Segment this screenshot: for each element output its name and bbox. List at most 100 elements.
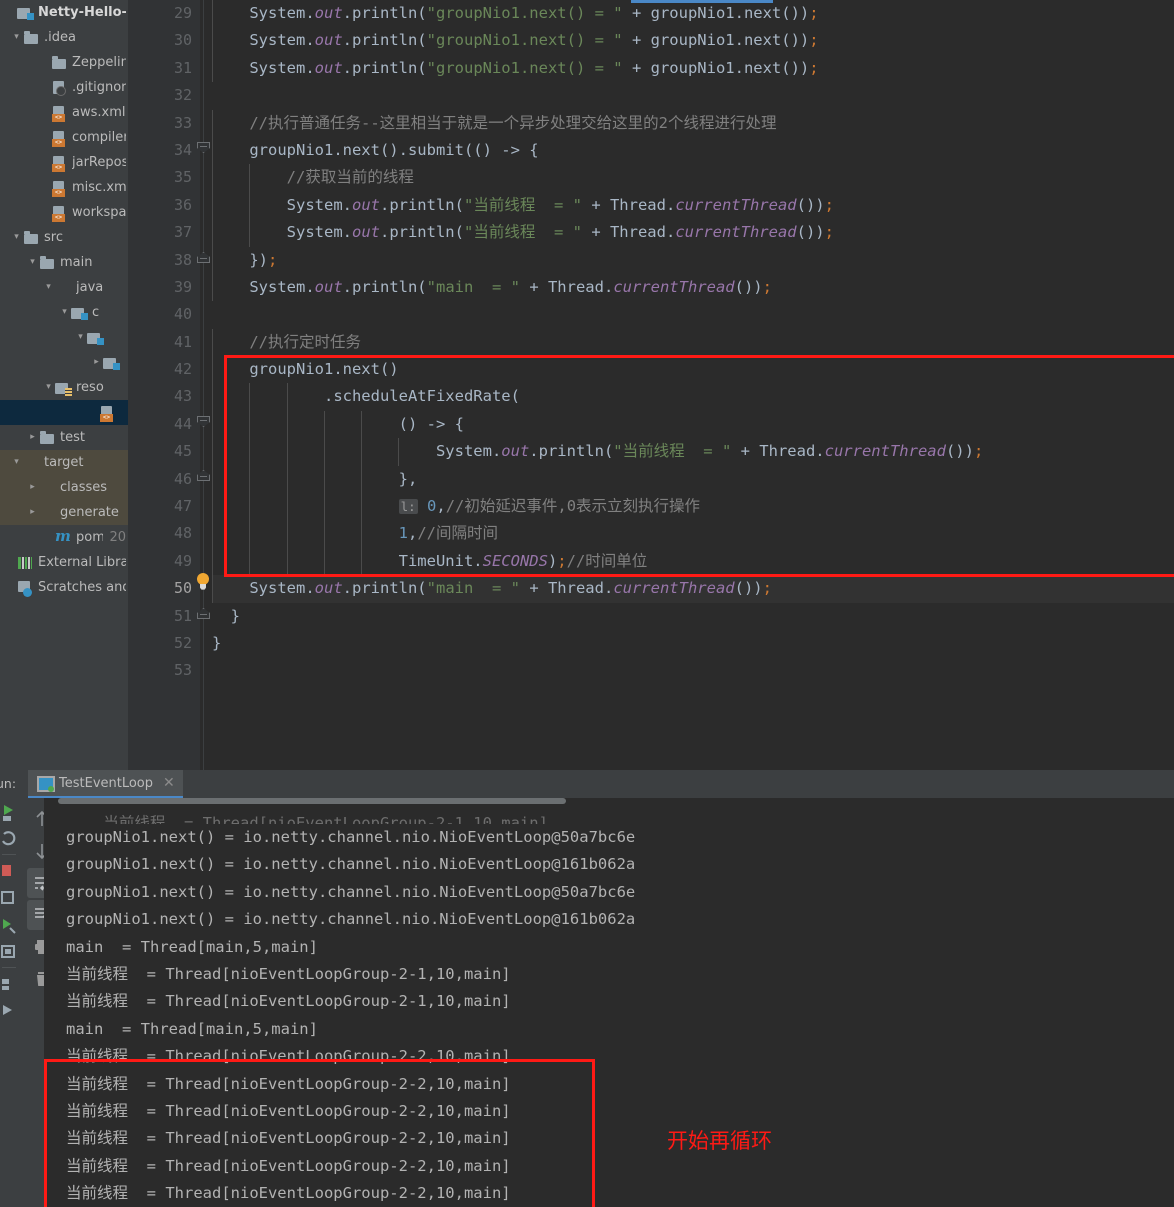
tree-item-main[interactable]: main — [0, 250, 128, 275]
fold-end-marker[interactable] — [197, 252, 210, 263]
code-line[interactable]: l: 0,//初始延迟事件,0表示立刻执行操作 — [212, 493, 1174, 521]
tree-item-zeppelin[interactable]: Zeppelin — [0, 50, 128, 75]
chevron-right-icon[interactable] — [26, 433, 39, 442]
code-line[interactable]: System.out.println("groupNio1.next() = "… — [212, 0, 1174, 28]
chevron-down-icon[interactable] — [58, 308, 71, 317]
line-number[interactable]: 36 — [128, 192, 200, 219]
code-line[interactable] — [212, 657, 1174, 684]
run-console-panel[interactable]: un: TestEventLoop ✕ — [0, 770, 1174, 1207]
chevron-down-icon[interactable] — [10, 33, 23, 42]
code-line[interactable]: }); — [212, 246, 1174, 274]
code-line[interactable] — [212, 82, 1174, 109]
run-tab-testeventloop[interactable]: TestEventLoop ✕ — [28, 770, 183, 798]
editor-gutter[interactable]: 29 30 31 32 33 34 35 36 37 38 39 40 41 42 43 44 45 46 47 48… — [128, 0, 200, 770]
code-line[interactable]: }, — [212, 465, 1174, 494]
tree-item-compiler[interactable]: compiler — [0, 125, 128, 150]
code-line[interactable]: System.out.println("main = " + Thread.cu… — [212, 575, 1174, 603]
code-editor[interactable]: 29 30 31 32 33 34 35 36 37 38 39 40 41 42 43 44 45 46 47 48… — [128, 0, 1174, 770]
code-line[interactable]: System.out.println("groupNio1.next() = "… — [212, 27, 1174, 55]
line-number[interactable]: 38 — [128, 247, 200, 274]
tree-item-netty-hello-wo[interactable]: Netty-Hello-Wo — [0, 0, 128, 25]
code-line[interactable]: //获取当前的线程 — [212, 164, 1174, 192]
code-line[interactable]: System.out.println("当前线程 = " + Thread.cu… — [212, 219, 1174, 247]
project-tree-panel[interactable]: Netty-Hello-Wo .idea Zeppelin .gitignor aws.… — [0, 0, 128, 770]
expand-button[interactable] — [0, 997, 18, 1024]
code-line[interactable]: //执行普通任务--这里相当于就是一个异步处理交给这里的2个线程进行处理 — [212, 109, 1174, 137]
line-number[interactable]: 41 — [128, 329, 200, 356]
line-number[interactable]: 48 — [128, 520, 200, 547]
line-number[interactable]: 40 — [128, 301, 200, 328]
line-number[interactable]: 42 — [128, 356, 200, 383]
run-button[interactable] — [0, 798, 18, 825]
code-line[interactable]: //执行定时任务 — [212, 328, 1174, 357]
code-line[interactable]: 1,//间隔时间 — [212, 520, 1174, 548]
line-number[interactable]: 37 — [128, 219, 200, 246]
line-number[interactable]: 52 — [128, 630, 200, 657]
layout-button[interactable] — [0, 970, 18, 997]
fold-collapse-marker[interactable] — [197, 142, 210, 153]
line-number[interactable]: 49 — [128, 548, 200, 575]
line-number[interactable]: 30 — [128, 27, 200, 54]
line-number[interactable]: 45 — [128, 438, 200, 465]
code-line[interactable] — [212, 301, 1174, 328]
fold-end-marker[interactable] — [197, 470, 210, 481]
tree-item-reso[interactable]: reso — [0, 375, 128, 400]
line-number[interactable]: 46 — [128, 466, 200, 493]
line-number[interactable]: 34 — [128, 137, 200, 164]
line-number[interactable]: 29 — [128, 0, 200, 27]
code-line[interactable]: () -> { — [212, 410, 1174, 439]
tree-item-misc-xml[interactable]: misc.xml — [0, 175, 128, 200]
code-line[interactable]: } — [212, 630, 1174, 657]
line-number[interactable]: 53 — [128, 657, 200, 684]
tree-item--idea[interactable]: .idea — [0, 25, 128, 50]
chevron-down-icon[interactable] — [26, 258, 39, 267]
line-number[interactable]: 33 — [128, 110, 200, 137]
code-line[interactable]: groupNio1.next().submit(() -> { — [212, 136, 1174, 165]
tree-item-src[interactable]: src — [0, 225, 128, 250]
intention-bulb-icon[interactable] — [194, 573, 212, 593]
line-number[interactable]: 47 — [128, 493, 200, 520]
code-line[interactable]: } — [212, 603, 1174, 630]
tree-item-node-14[interactable] — [0, 350, 128, 375]
resume-button[interactable] — [0, 911, 18, 938]
line-number[interactable]: 31 — [128, 55, 200, 82]
chevron-down-icon[interactable] — [42, 283, 55, 292]
step-over-button[interactable] — [0, 938, 18, 965]
line-number[interactable]: 51 — [128, 603, 200, 630]
line-number[interactable]: 35 — [128, 164, 200, 191]
fold-end-marker[interactable] — [197, 608, 210, 619]
tree-item-target[interactable]: target — [0, 450, 128, 475]
chevron-right-icon[interactable] — [26, 483, 39, 492]
rerun-button[interactable] — [0, 825, 18, 852]
line-number[interactable]: 32 — [128, 82, 200, 109]
line-number[interactable]: 50 — [128, 575, 200, 602]
tree-item-c[interactable]: c — [0, 300, 128, 325]
tree-item-aws-xml[interactable]: aws.xml — [0, 100, 128, 125]
code-line[interactable]: System.out.println("groupNio1.next() = "… — [212, 54, 1174, 83]
chevron-down-icon[interactable] — [74, 333, 87, 342]
chevron-right-icon[interactable] — [26, 508, 39, 517]
line-number[interactable]: 43 — [128, 383, 200, 410]
stop-button[interactable] — [0, 857, 18, 884]
tree-item-jarrepos[interactable]: jarRepos — [0, 150, 128, 175]
tree-item-test[interactable]: test — [0, 425, 128, 450]
run-action-strip[interactable] — [0, 798, 18, 1207]
tree-item-scratches-and-c[interactable]: Scratches and C — [0, 575, 128, 600]
tree-item--gitignor[interactable]: .gitignor — [0, 75, 128, 100]
code-line[interactable]: System.out.println("main = " + Thread.cu… — [212, 273, 1174, 302]
chevron-down-icon[interactable] — [10, 458, 23, 467]
tree-item-pom-xml[interactable]: pom.xml 20 — [0, 525, 128, 550]
fold-collapse-marker[interactable] — [197, 416, 210, 427]
tree-item-generate[interactable]: generate — [0, 500, 128, 525]
console-scrollbar[interactable] — [58, 798, 566, 804]
tree-item-node-13[interactable] — [0, 325, 128, 350]
line-number[interactable]: 44 — [128, 411, 200, 438]
chevron-down-icon[interactable] — [10, 233, 23, 242]
code-line[interactable]: groupNio1.next() — [212, 356, 1174, 384]
tree-item-external-librarie[interactable]: External Librarie — [0, 550, 128, 575]
tree-item-node-16[interactable] — [0, 400, 128, 425]
code-line[interactable]: .scheduleAtFixedRate( — [212, 383, 1174, 411]
code-line[interactable]: System.out.println("当前线程 = " + Thread.cu… — [212, 438, 1174, 466]
code-line[interactable]: System.out.println("当前线程 = " + Thread.cu… — [212, 191, 1174, 220]
code-line[interactable]: TimeUnit.SECONDS);//时间单位 — [212, 547, 1174, 576]
